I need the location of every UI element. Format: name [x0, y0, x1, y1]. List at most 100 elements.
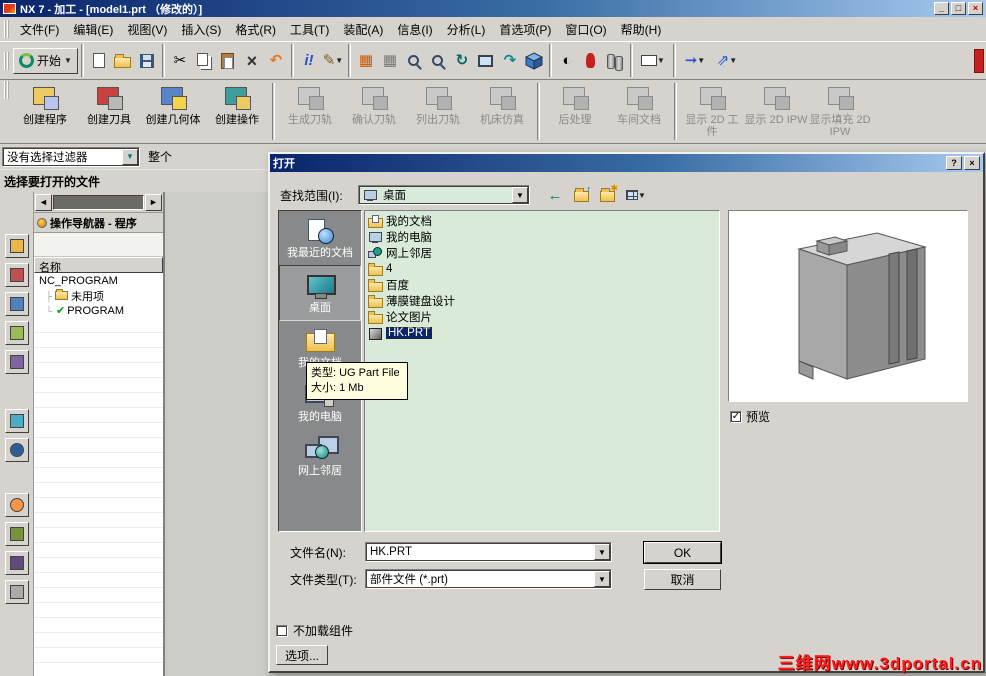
machine-tool-navigator-icon[interactable] [4, 350, 29, 374]
place-desktop[interactable]: 桌面 [279, 265, 361, 321]
zoom-region-button[interactable] [402, 48, 426, 74]
file-type-dropdown-icon[interactable]: ▼ [594, 571, 610, 587]
transform-button[interactable]: ⇗ ▼ [711, 48, 743, 74]
new-star-glyph-icon: ✱ [610, 183, 618, 193]
file-item-network[interactable]: 网上邻居 [368, 245, 716, 261]
refresh-button[interactable]: ↻ [450, 48, 474, 74]
menu-help[interactable]: 帮助(H) [614, 18, 669, 41]
tree-row-unused[interactable]: ├ 未用项 [34, 288, 163, 303]
file-name-combo[interactable]: HK.PRT ▼ [365, 542, 612, 562]
create-geometry-button[interactable]: 创建几何体 [141, 81, 205, 142]
options-button[interactable]: 选项... [276, 645, 328, 665]
toolbar2-grip[interactable] [4, 81, 9, 99]
file-name-dropdown-icon[interactable]: ▼ [594, 544, 610, 560]
selection-info-button[interactable]: i! [297, 48, 321, 74]
wcs-grid-button[interactable]: ▦ [354, 48, 378, 74]
no-load-checkbox[interactable] [276, 624, 288, 637]
tree-row-nc-program[interactable]: NC_PROGRAM [34, 273, 163, 288]
zoom-in-button[interactable] [426, 48, 450, 74]
close-button[interactable]: × [968, 2, 983, 15]
fit-view-button[interactable] [474, 48, 498, 74]
file-item-my-documents[interactable]: 我的文档 [368, 213, 716, 229]
filter-dropdown-icon[interactable]: ▼ [122, 148, 138, 165]
menu-grip[interactable] [4, 20, 9, 38]
delete-button[interactable]: × [240, 48, 264, 74]
look-in-combo[interactable]: 桌面 ▼ [358, 185, 530, 205]
web-browser-icon[interactable] [4, 493, 29, 517]
pager-left-icon[interactable]: ◄ [35, 193, 52, 211]
file-item-baidu[interactable]: 百度 [368, 277, 716, 293]
create-program-button[interactable]: 创建程序 [13, 81, 77, 142]
hd3d-tools-icon[interactable] [4, 438, 29, 462]
isometric-view-button[interactable] [522, 48, 546, 74]
menu-window[interactable]: 窗口(O) [558, 18, 613, 41]
maximize-button[interactable]: □ [951, 2, 966, 15]
menu-preferences[interactable]: 首选项(P) [492, 18, 558, 41]
copy-button[interactable] [192, 48, 216, 74]
ok-button[interactable]: OK [643, 541, 722, 564]
preview-checkbox[interactable]: ✓ [730, 410, 742, 423]
menu-assemblies[interactable]: 装配(A) [336, 18, 390, 41]
file-item-4[interactable]: 4 [368, 261, 716, 277]
view-menu-button[interactable]: ▼ [622, 185, 650, 205]
layer-grid-button[interactable]: ▦ [378, 48, 402, 74]
part-navigator-icon[interactable] [4, 292, 29, 316]
up-one-level-button[interactable]: ↑ [570, 184, 592, 205]
dialog-close-button[interactable]: × [964, 156, 980, 170]
place-recent-documents[interactable]: 我最近的文档 [279, 211, 361, 265]
look-in-dropdown-icon[interactable]: ▼ [512, 187, 528, 203]
name-column-header[interactable]: 名称 [34, 257, 163, 274]
selection-scope-label[interactable]: 整个 [148, 148, 172, 165]
dialog-help-button[interactable]: ? [946, 156, 962, 170]
menu-format[interactable]: 格式(R) [228, 18, 283, 41]
paste-button[interactable] [216, 48, 240, 74]
tree-row-program[interactable]: └ ✔ PROGRAM [34, 303, 163, 318]
toolbar1-grip[interactable] [4, 51, 9, 70]
menu-insert[interactable]: 插入(S) [174, 18, 228, 41]
pager-right-icon[interactable]: ► [145, 193, 162, 211]
minimize-button[interactable]: _ [934, 2, 949, 15]
file-type-combo[interactable]: 部件文件 (*.prt) ▼ [365, 569, 612, 589]
reuse-library-icon[interactable] [4, 409, 29, 433]
new-file-button[interactable] [87, 48, 111, 74]
assembly-display-button[interactable] [603, 48, 627, 74]
constraint-navigator-icon[interactable] [4, 263, 29, 287]
shaded-display-button[interactable]: ◐ [555, 48, 579, 74]
assembly-navigator-icon[interactable] [4, 234, 29, 258]
menu-information[interactable]: 信息(I) [390, 18, 439, 41]
cut-button[interactable]: ✂ [168, 48, 192, 74]
open-button[interactable] [111, 48, 135, 74]
start-button[interactable]: 开始 ▼ [13, 47, 78, 74]
create-operation-button[interactable]: 创建操作 [205, 81, 269, 142]
selection-filter-combo[interactable]: 没有选择过滤器 ▼ [2, 146, 140, 167]
place-network[interactable]: 网上邻居 [279, 429, 361, 483]
unused-folder-icon [55, 289, 68, 300]
file-item-thesis-images[interactable]: 论文图片 [368, 309, 716, 325]
history-palette-icon[interactable] [4, 522, 29, 546]
back-button[interactable]: ← [544, 185, 566, 205]
system-scenes-icon[interactable] [4, 580, 29, 604]
file-item-hk-prt[interactable]: HK.PRT [368, 325, 716, 341]
file-item-my-computer[interactable]: 我的电脑 [368, 229, 716, 245]
menu-edit[interactable]: 编辑(E) [66, 18, 120, 41]
background-color-button[interactable]: ▼ [636, 48, 670, 74]
new-folder-button[interactable]: ✱ [596, 183, 618, 205]
orient-view-button[interactable]: ↷ [498, 48, 522, 74]
menu-tools[interactable]: 工具(T) [283, 18, 336, 41]
cancel-button[interactable]: 取消 [644, 569, 721, 590]
save-button[interactable] [135, 48, 159, 74]
create-tool-button[interactable]: 创建刀具 [77, 81, 141, 142]
move-object-button[interactable]: ➞ ▼ [679, 48, 711, 74]
machine-simulation-button: 机床仿真 [470, 81, 534, 142]
analysis-display-button[interactable] [579, 48, 603, 74]
menu-analysis[interactable]: 分析(L) [440, 18, 493, 41]
roles-icon[interactable] [4, 551, 29, 575]
annotation-button[interactable]: ✎ ▼ [321, 48, 345, 74]
menu-view[interactable]: 视图(V) [120, 18, 174, 41]
undo-button[interactable]: ↶ [264, 48, 288, 74]
show-filled-2d-ipw-icon [823, 84, 857, 112]
menu-file[interactable]: 文件(F) [13, 18, 66, 41]
operation-navigator-icon[interactable] [4, 321, 29, 345]
file-item-membrane-keyboard[interactable]: 薄膜键盘设计 [368, 293, 716, 309]
file-name-value[interactable]: HK.PRT [366, 546, 593, 558]
